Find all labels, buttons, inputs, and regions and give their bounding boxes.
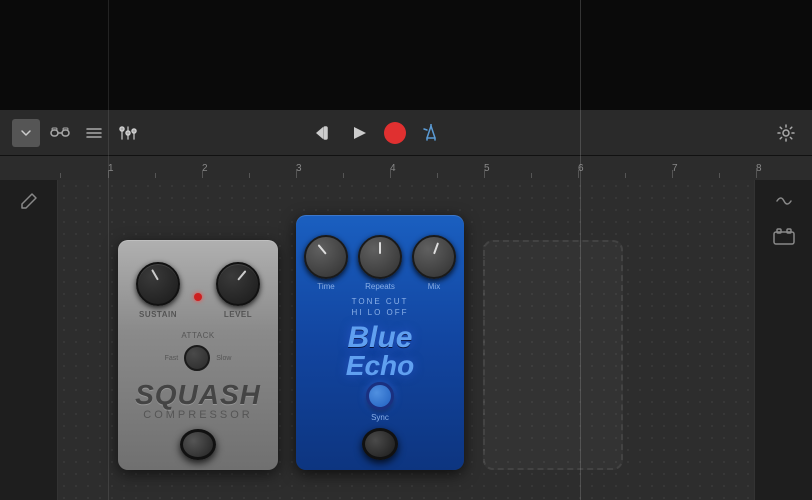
echo-knobs-row: Time Repeats Mix (306, 235, 454, 291)
timeline-line-1 (580, 0, 581, 500)
record-dot (384, 122, 406, 144)
tune-icon (421, 124, 441, 142)
ruler-tick-3 (296, 170, 297, 178)
sustain-knob-group: SUSTAIN (136, 262, 180, 319)
blue-echo-pedal[interactable]: Time Repeats Mix TONE CUT HI LO OFF Blu (296, 215, 464, 470)
repeats-knob-group: Repeats (358, 235, 402, 291)
mix-knob-group: Mix (412, 235, 456, 291)
squash-subtitle: COMPRESSOR (135, 409, 261, 421)
sustain-indicator (151, 269, 159, 280)
squash-name: SQUASH COMPRESSOR (135, 381, 261, 421)
attack-label: ATTACK (181, 331, 214, 340)
level-knob[interactable] (216, 262, 260, 306)
time-knob[interactable] (304, 235, 348, 279)
echo-footswitch[interactable] (362, 428, 398, 460)
list-icon (85, 126, 103, 140)
mixer-icon (119, 125, 137, 141)
pencil-icon (20, 192, 38, 210)
pedalboard: SUSTAIN LEVEL ATTACK Fast Slow (58, 180, 754, 500)
mix-label: Mix (428, 282, 440, 291)
squash-title: SQUASH (135, 381, 261, 409)
repeats-knob[interactable] (358, 235, 402, 279)
dropdown-button[interactable] (12, 119, 40, 147)
repeats-label: Repeats (365, 282, 395, 291)
pedalboard-icon (773, 228, 795, 246)
time-label: Time (317, 282, 334, 291)
ruler-small-tick (719, 173, 720, 178)
echo-switch-row: TONE CUT HI LO OFF (306, 297, 454, 317)
chain-icon (50, 126, 70, 140)
play-button[interactable] (345, 119, 373, 147)
level-knob-group: LEVEL (216, 262, 260, 319)
sustain-knob[interactable] (136, 262, 180, 306)
toolbar-right (772, 119, 800, 147)
squash-compressor-pedal[interactable]: SUSTAIN LEVEL ATTACK Fast Slow (118, 240, 278, 470)
sustain-label: SUSTAIN (139, 310, 177, 319)
echo-title-echo: Echo (346, 353, 414, 378)
timeline-line-2 (108, 0, 109, 500)
tune-button[interactable] (417, 119, 445, 147)
sync-label: Sync (371, 413, 389, 422)
ruler: 1 2 3 4 5 6 7 8 (0, 156, 812, 180)
pencil-button[interactable] (16, 188, 42, 214)
level-label: LEVEL (224, 310, 252, 319)
level-indicator (237, 270, 246, 280)
gear-button[interactable] (772, 119, 800, 147)
attack-knob[interactable] (184, 345, 210, 371)
tone-cut-label: TONE CUT (352, 297, 409, 306)
ruler-small-tick (625, 173, 626, 178)
ruler-small-tick (437, 173, 438, 178)
play-icon (350, 125, 368, 141)
ruler-tick-2 (202, 170, 203, 178)
ruler-small-tick (249, 173, 250, 178)
ruler-tick-7 (672, 170, 673, 178)
ruler-small-tick (155, 173, 156, 178)
echo-title-blue: Blue (346, 323, 414, 353)
left-panel (0, 180, 58, 500)
mix-knob[interactable] (412, 235, 456, 279)
chain-button[interactable] (46, 119, 74, 147)
led-indicator (194, 293, 202, 301)
echo-name: Blue Echo (346, 323, 414, 378)
sync-button[interactable] (366, 382, 394, 410)
sync-group: Sync (366, 382, 394, 422)
list-button[interactable] (80, 119, 108, 147)
mixer-button[interactable] (114, 119, 142, 147)
right-panel (754, 180, 812, 500)
ruler-tick-5 (484, 170, 485, 178)
fast-label: Fast (165, 355, 179, 362)
squash-footswitch[interactable] (180, 429, 216, 460)
rewind-button[interactable] (309, 119, 337, 147)
record-button[interactable] (381, 119, 409, 147)
ruler-small-tick (531, 173, 532, 178)
wire-button[interactable] (771, 188, 797, 214)
wire-icon (775, 192, 793, 210)
ruler-tick-4 (390, 170, 391, 178)
squash-controls: SUSTAIN LEVEL (128, 262, 268, 319)
toolbar-center (309, 119, 445, 147)
time-knob-group: Time (304, 235, 348, 291)
slow-label: Slow (216, 355, 231, 362)
pedal-button[interactable] (771, 224, 797, 250)
gear-icon (776, 123, 796, 143)
attack-section: ATTACK Fast Slow (165, 325, 232, 371)
attack-row: Fast Slow (165, 345, 232, 371)
ruler-small-tick (60, 173, 61, 178)
ruler-tick-8 (756, 170, 757, 178)
ruler-small-tick (343, 173, 344, 178)
hi-lo-label: HI LO OFF (351, 308, 408, 317)
toolbar (0, 110, 812, 156)
ruler-tick-6 (578, 170, 579, 178)
rewind-icon (314, 125, 332, 141)
empty-pedal-slot (483, 240, 623, 470)
toolbar-left (12, 119, 142, 147)
top-bar (0, 0, 812, 110)
chevron-down-icon (19, 126, 33, 140)
